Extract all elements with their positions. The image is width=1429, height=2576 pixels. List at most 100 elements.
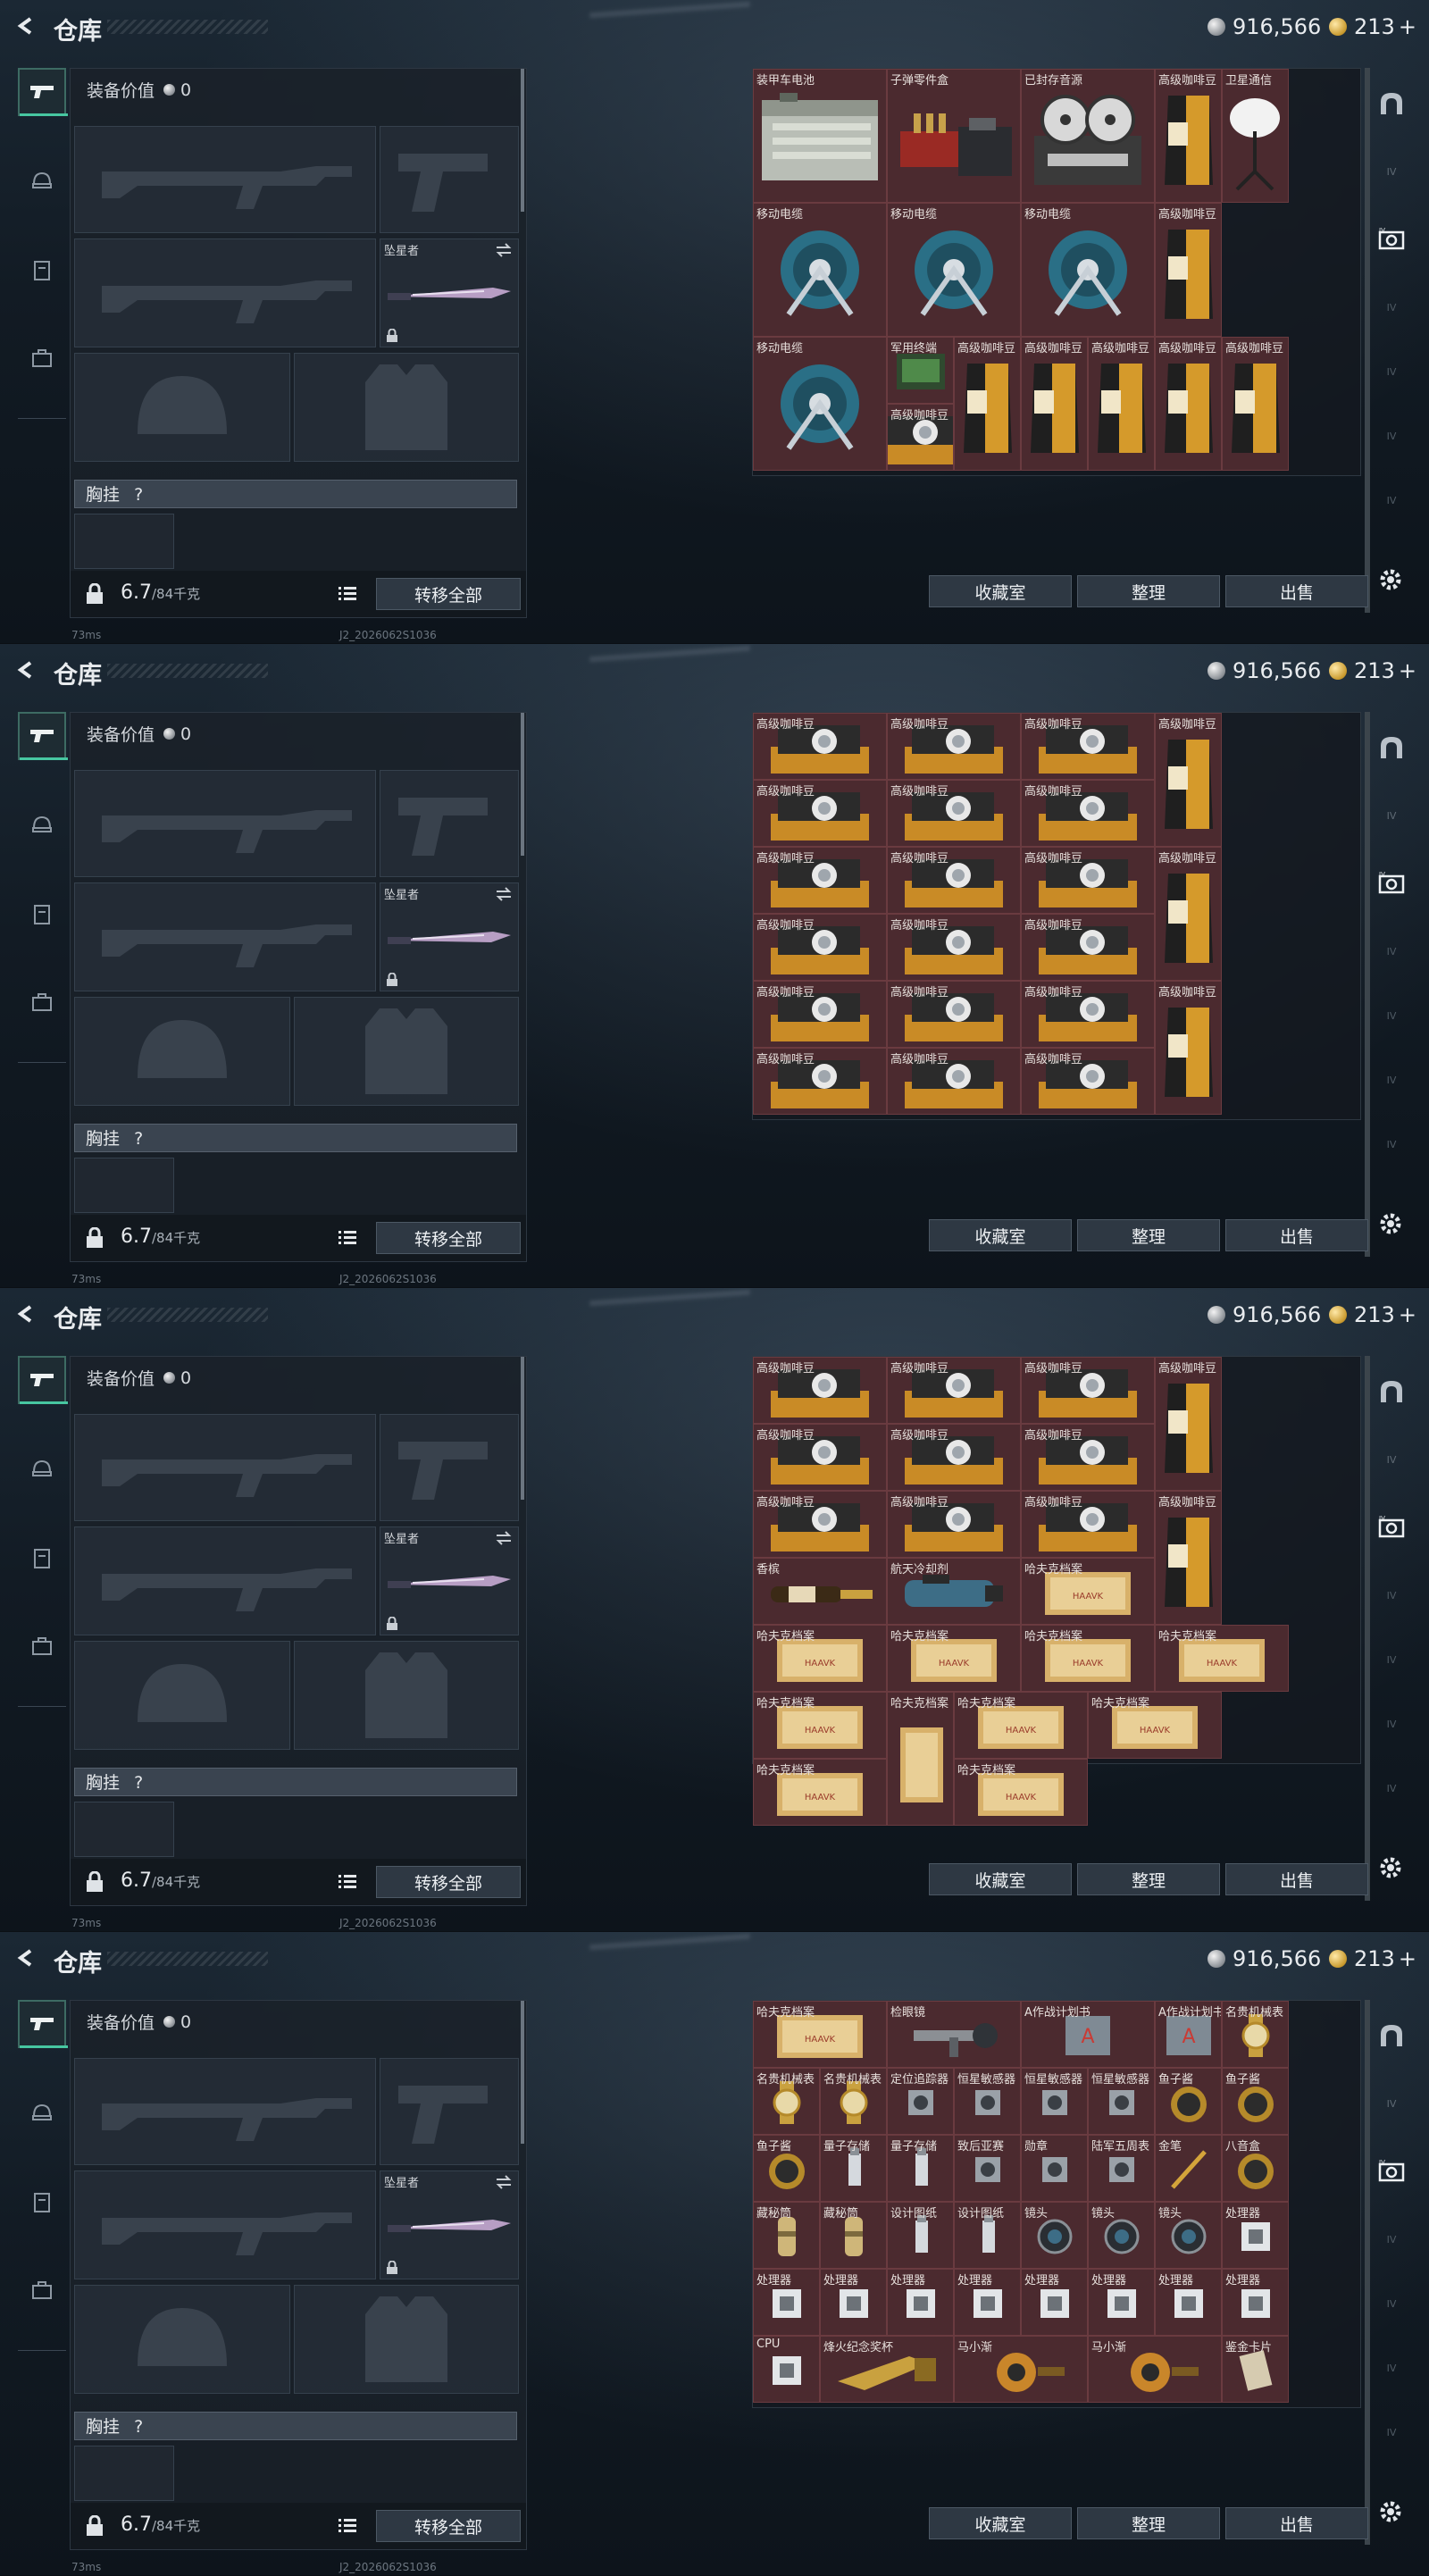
helmet-slot[interactable]: [74, 1641, 290, 1750]
inventory-item[interactable]: 高级咖啡豆: [1021, 1048, 1155, 1115]
inventory-item[interactable]: 高级咖啡豆: [753, 780, 887, 847]
sort-button[interactable]: 整理: [1077, 1863, 1220, 1895]
back-arrow-icon[interactable]: [16, 1948, 36, 1968]
nav-helmet[interactable]: [18, 2089, 66, 2137]
inventory-item[interactable]: 哈夫克档案 HAAVK: [1088, 1692, 1222, 1759]
inventory-item[interactable]: 设计图纸: [887, 2202, 954, 2269]
nav-helmet[interactable]: [18, 1445, 66, 1493]
inventory-item[interactable]: 高级咖啡豆: [887, 1357, 1021, 1424]
inventory-item[interactable]: 卫星通信: [1222, 69, 1289, 203]
inventory-item[interactable]: A作战计划书 A: [1155, 2001, 1222, 2068]
nav-storage-6[interactable]: IV: [1372, 482, 1411, 518]
inventory-item[interactable]: 鱼子酱: [753, 2135, 820, 2202]
inventory-item[interactable]: 高级咖啡豆: [1021, 337, 1088, 471]
sell-button[interactable]: 出售: [1225, 1219, 1368, 1251]
swap-icon[interactable]: [495, 1531, 513, 1545]
inventory-item[interactable]: 高级咖啡豆: [753, 914, 887, 981]
inventory-item[interactable]: 陆军五周表: [1088, 2135, 1155, 2202]
inventory-item[interactable]: 定位追踪器: [887, 2068, 954, 2135]
armor-slot[interactable]: [294, 353, 519, 462]
nav-armor[interactable]: [18, 1535, 66, 1583]
primary-weapon-slot[interactable]: [74, 1414, 376, 1521]
nav-safe-box[interactable]: [1372, 2018, 1411, 2053]
inventory-item[interactable]: 处理器: [887, 2269, 954, 2336]
sell-button[interactable]: 出售: [1225, 575, 1368, 607]
inventory-item[interactable]: 军用终端: [887, 337, 954, 404]
nav-storage-4[interactable]: IV: [1372, 354, 1411, 389]
inventory-item[interactable]: 处理器: [1222, 2202, 1289, 2269]
inventory-item[interactable]: 处理器: [1021, 2269, 1088, 2336]
inventory-item[interactable]: 勋章: [1021, 2135, 1088, 2202]
inventory-item[interactable]: 哈夫克档案 HAAVK: [753, 1692, 887, 1759]
nav-storage-3[interactable]: IV: [1372, 1577, 1411, 1613]
sort-button[interactable]: 整理: [1077, 575, 1220, 607]
secondary-weapon-slot[interactable]: [74, 882, 376, 991]
inventory-item[interactable]: 高级咖啡豆: [753, 713, 887, 780]
gold-balance[interactable]: 213 +: [1329, 14, 1416, 39]
help-icon[interactable]: ?: [134, 1773, 143, 1793]
gear-icon[interactable]: [1377, 2498, 1404, 2525]
inventory-item[interactable]: 高级咖啡豆: [1021, 713, 1155, 780]
inventory-item[interactable]: 镜头: [1021, 2202, 1088, 2269]
chest-rig-slot[interactable]: [74, 2446, 174, 2501]
help-icon[interactable]: ?: [134, 1129, 143, 1149]
list-icon[interactable]: [338, 2518, 356, 2534]
inventory-item[interactable]: 高级咖啡豆: [753, 1357, 887, 1424]
list-icon[interactable]: [338, 1874, 356, 1890]
inventory-item[interactable]: 哈夫克档案 HAAVK: [753, 1759, 887, 1826]
inventory-item[interactable]: 高级咖啡豆: [1222, 337, 1289, 471]
armor-slot[interactable]: [294, 2285, 519, 2394]
inventory-item[interactable]: 高级咖啡豆: [1155, 1491, 1222, 1625]
inventory-item[interactable]: 处理器: [1088, 2269, 1155, 2336]
inventory-item[interactable]: 鱼子酱: [1222, 2068, 1289, 2135]
inventory-scrollbar[interactable]: [1365, 68, 1370, 613]
melee-slot[interactable]: 坠星者: [380, 2170, 519, 2279]
nav-storage-3[interactable]: IV: [1372, 933, 1411, 969]
secondary-weapon-slot[interactable]: [74, 238, 376, 347]
inventory-scrollbar[interactable]: [1365, 1356, 1370, 1901]
inventory-item[interactable]: 高级咖啡豆: [887, 1424, 1021, 1491]
sort-button[interactable]: 整理: [1077, 1219, 1220, 1251]
inventory-item[interactable]: 处理器: [954, 2269, 1021, 2336]
nav-armor[interactable]: [18, 2179, 66, 2227]
nav-weapon[interactable]: [18, 2000, 68, 2048]
sort-button[interactable]: 整理: [1077, 2507, 1220, 2539]
nav-backpack[interactable]: [18, 1622, 66, 1670]
gold-balance[interactable]: 213 +: [1329, 1302, 1416, 1327]
nav-storage-4[interactable]: IV: [1372, 998, 1411, 1033]
nav-storage-2[interactable]: IV: [1372, 222, 1411, 257]
equipment-scrollbar[interactable]: [521, 713, 524, 856]
swap-icon[interactable]: [495, 243, 513, 257]
inventory-item[interactable]: 装甲车电池: [753, 69, 887, 203]
inventory-item[interactable]: 处理器: [820, 2269, 887, 2336]
primary-weapon-slot[interactable]: [74, 126, 376, 233]
inventory-item[interactable]: 设计图纸: [954, 2202, 1021, 2269]
inventory-item[interactable]: 高级咖啡豆: [887, 1048, 1021, 1115]
inventory-item[interactable]: 藏秘筒: [820, 2202, 887, 2269]
nav-safe-box[interactable]: [1372, 1374, 1411, 1409]
nav-storage-4[interactable]: IV: [1372, 1642, 1411, 1677]
chest-rig-slot[interactable]: [74, 1802, 174, 1857]
inventory-item[interactable]: 移动电缆: [1021, 203, 1155, 337]
helmet-slot[interactable]: [74, 997, 290, 1106]
armor-slot[interactable]: [294, 1641, 519, 1750]
melee-slot[interactable]: 坠星者: [380, 238, 519, 347]
inventory-item[interactable]: 高级咖啡豆: [1155, 69, 1222, 203]
inventory-item[interactable]: 高级咖啡豆: [753, 1424, 887, 1491]
chest-rig-bar[interactable]: 胸挂 ?: [74, 1768, 517, 1796]
inventory-item[interactable]: 高级咖啡豆: [954, 337, 1021, 471]
inventory-item[interactable]: 高级咖啡豆: [887, 713, 1021, 780]
inventory-item[interactable]: 高级咖啡豆: [753, 981, 887, 1048]
collection-button[interactable]: 收藏室: [929, 575, 1072, 607]
gear-icon[interactable]: [1377, 1210, 1404, 1237]
add-gold-icon[interactable]: +: [1399, 658, 1416, 683]
equipment-scrollbar[interactable]: [521, 1357, 524, 1500]
inventory-item[interactable]: 哈夫克档案 HAAVK: [1021, 1558, 1155, 1625]
inventory-item[interactable]: 名贵机械表: [1222, 2001, 1289, 2068]
inventory-item[interactable]: 子弹零件盒: [887, 69, 1021, 203]
nav-storage-1[interactable]: IV: [1372, 798, 1411, 833]
inventory-item[interactable]: 高级咖啡豆: [1155, 713, 1222, 847]
inventory-item[interactable]: 名贵机械表: [820, 2068, 887, 2135]
helmet-slot[interactable]: [74, 353, 290, 462]
nav-storage-1[interactable]: IV: [1372, 1442, 1411, 1477]
